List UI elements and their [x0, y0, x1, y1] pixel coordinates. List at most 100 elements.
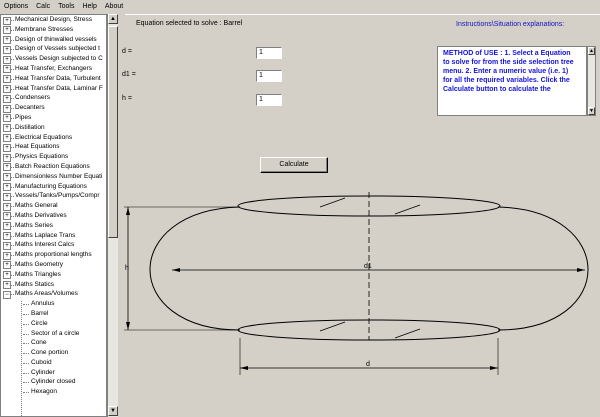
tree-category[interactable]: Heat Transfer Data, Laminar F	[1, 84, 106, 94]
scroll-thumb[interactable]	[108, 26, 118, 238]
instructions-textbox[interactable]: METHOD of USE : 1. Select a Equation to …	[437, 46, 587, 116]
equation-tree[interactable]: Mechanical Design, Stress Membrane Stress…	[0, 14, 107, 417]
tree-category-label: Maths Interest Calcs	[15, 241, 75, 249]
tree-connector	[10, 166, 14, 168]
tree-category[interactable]: Maths Derivatives	[1, 211, 106, 221]
tree-category[interactable]: Maths Statics	[1, 280, 106, 290]
tree-connector	[10, 49, 14, 51]
barrel-outline	[149, 206, 241, 331]
tree-child-item[interactable]: Sector of a circle	[1, 329, 106, 339]
tree-category[interactable]: Maths Areas/Volumes	[1, 289, 106, 299]
tree-connector	[10, 215, 14, 217]
tree-connector	[10, 196, 14, 198]
instructions-scroll-down[interactable]: ▼	[588, 107, 595, 115]
menu-bar: Options Calc Tools Help About	[0, 0, 600, 15]
tree-category[interactable]: Design of Vessels subjected t	[1, 44, 106, 54]
tree-category[interactable]: Vessels/Tanks/Pumps/Compr	[1, 191, 106, 201]
tree-category[interactable]: Design of thinwalled vessels	[1, 35, 106, 45]
tree-connector	[10, 294, 14, 296]
tree-connector	[10, 206, 14, 208]
instructions-title: Instructions\Situation explanations:	[456, 21, 565, 28]
tree-category-label: Design of thinwalled vessels	[15, 35, 97, 43]
tree-child-label: Barrel	[31, 309, 49, 317]
equation-selected-label: Equation selected to solve : Barrel	[136, 20, 243, 27]
tree-category[interactable]: Manufacturing Equations	[1, 182, 106, 192]
tree-category[interactable]: Distillation	[1, 123, 106, 133]
tree-category[interactable]: Condensers	[1, 93, 106, 103]
tree-category[interactable]: Maths Interest Calcs	[1, 240, 106, 250]
label-h: h	[125, 265, 129, 272]
tree-scrollbar[interactable]: ▲ ▼	[107, 14, 118, 417]
calculate-button[interactable]: Calculate	[260, 157, 328, 173]
tree-connector	[23, 372, 29, 374]
tree-category[interactable]: Heat Transfer, Exchangers	[1, 64, 106, 74]
menu-help[interactable]: Help	[78, 0, 100, 14]
menu-about[interactable]: About	[101, 0, 127, 14]
tree-connector	[10, 284, 14, 286]
tree-category[interactable]: Membrane Stresses	[1, 25, 106, 35]
tree-category-label: Membrane Stresses	[15, 25, 74, 33]
tree-child-item[interactable]: Cone portion	[1, 348, 106, 358]
tree-category-label: Maths Series	[15, 221, 53, 229]
tree-category[interactable]: Maths proportional lengths	[1, 250, 106, 260]
menu-calc[interactable]: Calc	[32, 0, 54, 14]
barrel-outline-right	[497, 206, 589, 331]
tree-category-label: Manufacturing Equations	[15, 182, 87, 190]
tree-child-item[interactable]: Annulus	[1, 299, 106, 309]
input-label-d1: d1 =	[122, 71, 136, 78]
tree-child-item[interactable]: Cone	[1, 338, 106, 348]
tree-category[interactable]: Decanters	[1, 103, 106, 113]
input-d[interactable]: 1	[256, 47, 282, 59]
menu-tools[interactable]: Tools	[54, 0, 78, 14]
tree-category[interactable]: Heat Equations	[1, 142, 106, 152]
tree-category[interactable]: Physics Equations	[1, 152, 106, 162]
tree-category[interactable]: Maths Laplace Trans	[1, 231, 106, 241]
tree-category[interactable]: Mechanical Design, Stress	[1, 15, 106, 25]
instructions-scroll-up[interactable]: ▲	[588, 47, 595, 55]
instructions-scrollbar[interactable]: ▲ ▼	[587, 46, 596, 116]
tree-connector	[10, 98, 14, 100]
tree-connector	[23, 353, 29, 355]
tree-category[interactable]: Maths Triangles	[1, 270, 106, 280]
tree-category[interactable]: Heat Transfer Data, Turbulent	[1, 74, 106, 84]
tree-category-label: Heat Transfer, Exchangers	[15, 64, 92, 72]
input-h[interactable]: 1	[256, 94, 282, 106]
tree-connector	[10, 20, 14, 21]
tree-category[interactable]: Electrical Equations	[1, 133, 106, 143]
menu-options[interactable]: Options	[0, 0, 32, 14]
tree-category[interactable]: Batch Reaction Equations	[1, 162, 106, 172]
tree-category-label: Decanters	[15, 104, 45, 112]
tree-child-item[interactable]: Cylinder closed	[1, 377, 106, 387]
tree-child-item[interactable]: Circle	[1, 319, 106, 329]
tree-category[interactable]: Maths Geometry	[1, 260, 106, 270]
tree-connector	[10, 176, 14, 178]
input-label-h: h =	[122, 95, 132, 102]
tree-category[interactable]: Dimensionless Number Equati	[1, 172, 106, 182]
tree-category-label: Maths Geometry	[15, 260, 64, 268]
tree-category-label: Maths General	[15, 202, 58, 210]
input-d1[interactable]: 1	[256, 70, 282, 82]
scroll-down-button[interactable]: ▼	[108, 406, 118, 416]
tree-child-item[interactable]: Barrel	[1, 309, 106, 319]
tree-connector	[10, 157, 14, 159]
tree-category-label: Dimensionless Number Equati	[15, 172, 103, 180]
tree-connector	[23, 362, 29, 364]
tree-category[interactable]: Vessels Design subjected to C	[1, 54, 106, 64]
tree-connector	[10, 186, 14, 188]
tree-child-item[interactable]: Cylinder	[1, 368, 106, 378]
tree-child-item[interactable]: Cuboid	[1, 358, 106, 368]
scroll-up-button[interactable]: ▲	[108, 14, 118, 24]
input-label-d: d =	[122, 48, 132, 55]
label-d1: d1	[364, 263, 372, 270]
tree-category[interactable]: Maths General	[1, 201, 106, 211]
tree-connector	[23, 333, 29, 335]
tree-connector	[10, 78, 14, 80]
tree-child-label: Annulus	[31, 300, 55, 308]
tree-category[interactable]: Pipes	[1, 113, 106, 123]
tree-child-label: Cylinder	[31, 368, 55, 376]
tree-category[interactable]: Maths Series	[1, 221, 106, 231]
tree-child-item[interactable]: Hexagon	[1, 387, 106, 397]
tree-category-label: Vessels/Tanks/Pumps/Compr	[15, 192, 100, 200]
tree-connector	[10, 59, 14, 61]
tree-category-label: Design of Vessels subjected t	[15, 45, 100, 53]
